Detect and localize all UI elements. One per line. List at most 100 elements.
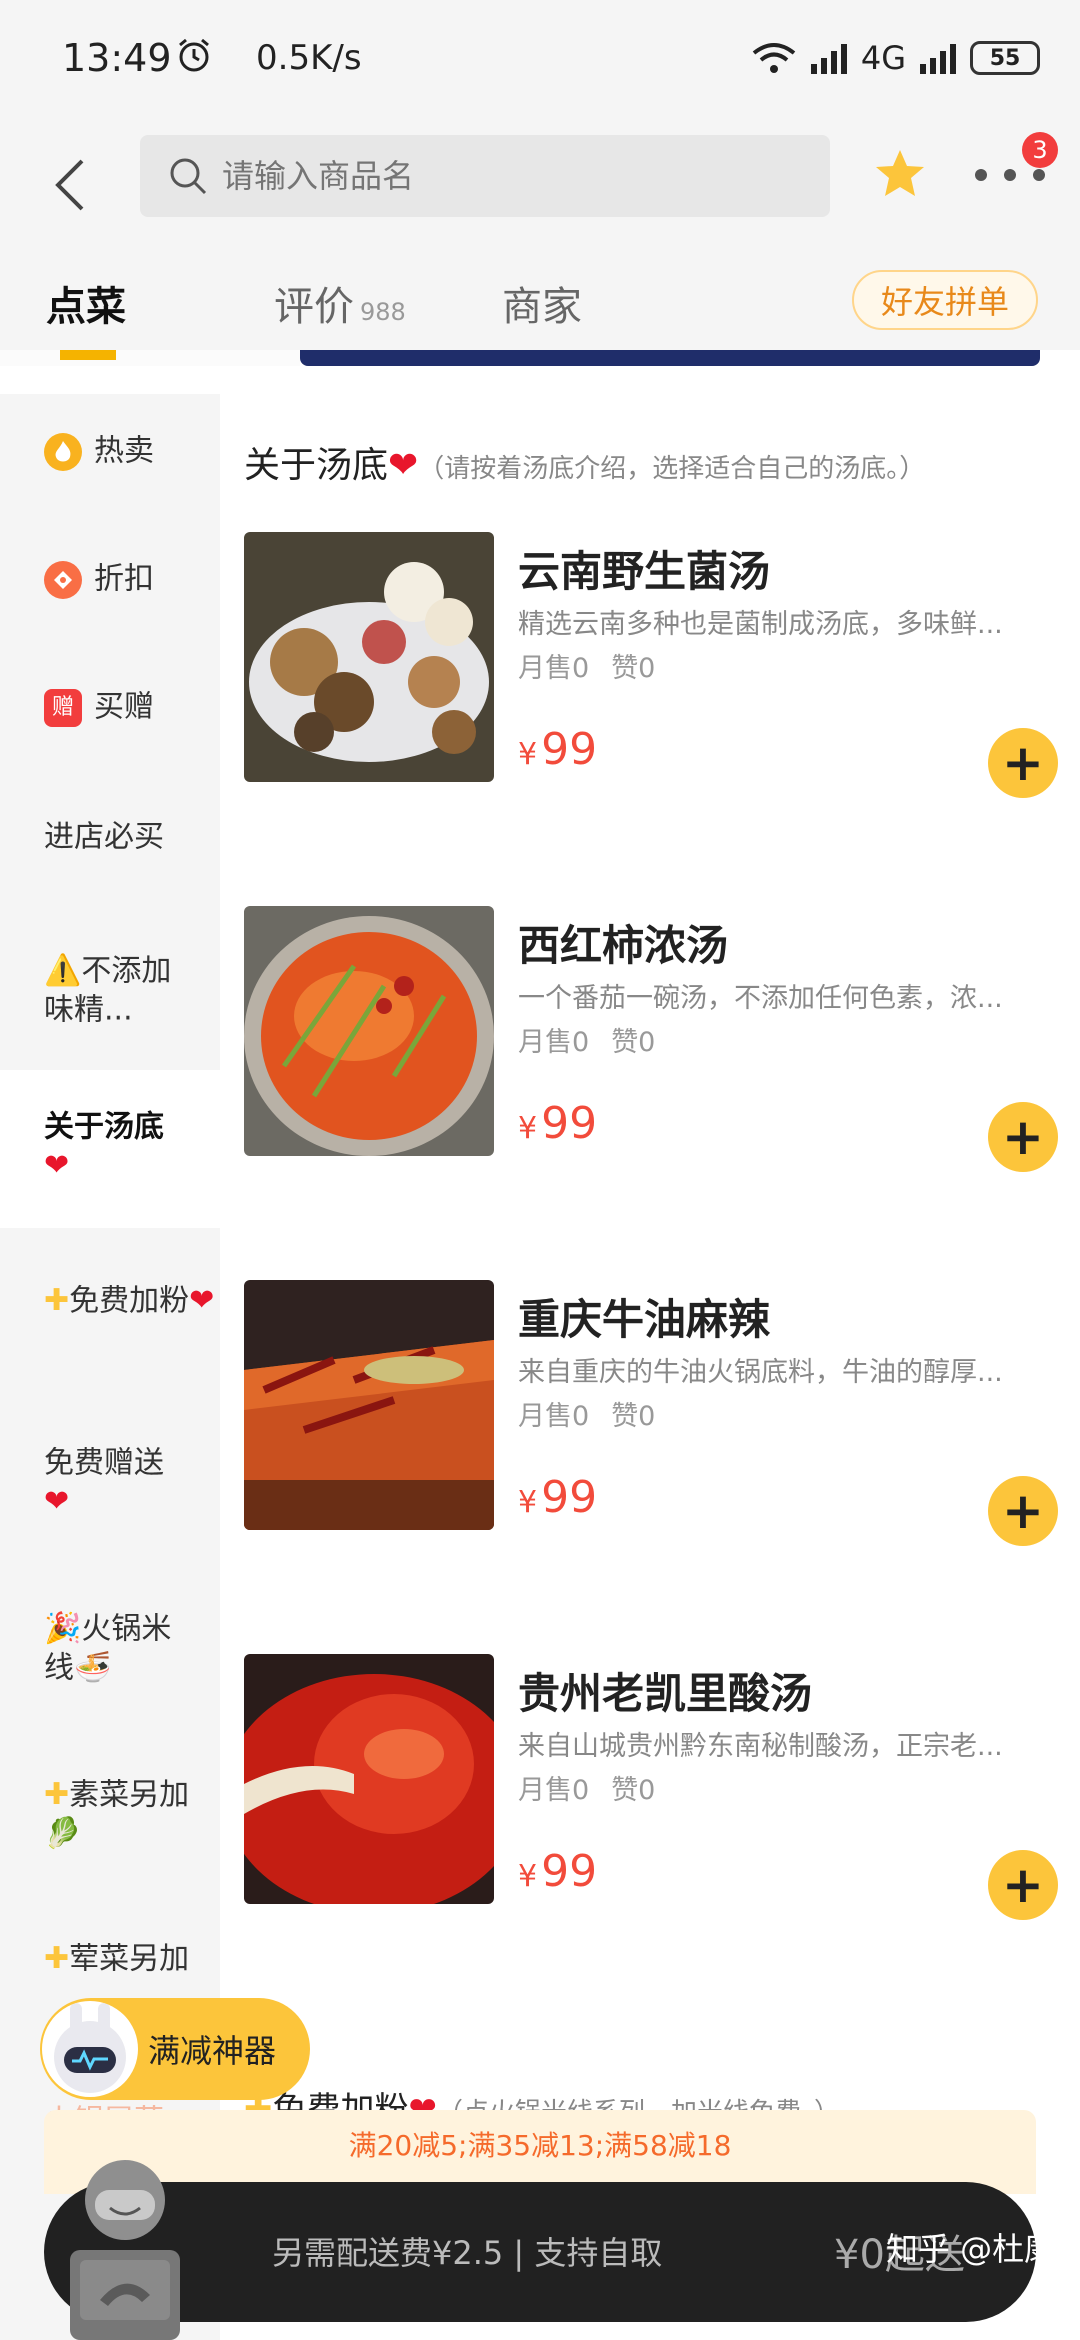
- promo-banner[interactable]: [0, 350, 1080, 366]
- monthly-sales: 月售0: [518, 1401, 590, 1432]
- more-dot-icon: [1004, 169, 1016, 181]
- battery-icon: 55: [970, 41, 1040, 75]
- currency-symbol: ¥: [518, 1485, 538, 1520]
- currency-symbol: ¥: [518, 1111, 538, 1146]
- currency-symbol: ¥: [518, 1859, 538, 1894]
- sidebar-item-label: 素菜另加: [69, 1777, 190, 1813]
- dish-name: 贵州老凯里酸汤: [518, 1669, 813, 1718]
- watermark: 知乎 @杜康: [886, 2230, 1057, 2268]
- wifi-icon: [752, 43, 796, 73]
- plus-icon: ✚: [44, 1283, 70, 1318]
- favorite-star-icon[interactable]: [872, 146, 928, 202]
- network-speed: 0.5K/s: [256, 38, 362, 78]
- monthly-sales: 月售0: [518, 1775, 590, 1806]
- sidebar-item-hot[interactable]: 热卖: [0, 432, 220, 471]
- banner-left: [0, 350, 300, 366]
- monthly-sales: 月售0: [518, 1027, 590, 1058]
- promo-text: 满20减5;满35减13;满58减18: [348, 2129, 732, 2162]
- dish-image-mushroom[interactable]: [244, 532, 494, 782]
- sidebar-item-label: 折扣: [94, 561, 154, 597]
- notification-badge: 3: [1022, 132, 1058, 168]
- gift-badge-icon: 赠: [44, 688, 82, 727]
- search-box[interactable]: [140, 135, 830, 217]
- more-dot-icon: [1033, 169, 1045, 181]
- courier-icon[interactable]: [50, 2140, 200, 2340]
- tab-bar: 点菜 评价 988 商家 好友拼单: [0, 260, 1080, 360]
- sidebar-item-free-noodle[interactable]: ✚免费加粉❤: [0, 1282, 220, 1321]
- sidebar-item-discount[interactable]: 折扣: [0, 560, 220, 599]
- dish-image-sour-soup[interactable]: [244, 1654, 494, 1904]
- sidebar-item-no-msg[interactable]: ⚠️不添加味精...: [0, 952, 190, 1029]
- sidebar-item-label: 免费赠送: [44, 1445, 164, 1481]
- price-value: 99: [541, 1472, 598, 1523]
- tab-merchant[interactable]: 商家: [502, 274, 582, 332]
- heart-icon: ❤: [44, 1147, 70, 1183]
- search-input[interactable]: [222, 157, 782, 195]
- likes-count: 赞0: [611, 653, 656, 684]
- dish-stats: 月售0 赞0: [518, 1020, 655, 1059]
- plus-icon: +: [1002, 734, 1044, 792]
- tab-merchant-label: 商家: [502, 284, 582, 330]
- sidebar-item-label: 免费加粉: [69, 1283, 190, 1319]
- warning-icon: ⚠️: [44, 953, 82, 988]
- sidebar-item-soup-base[interactable]: 关于汤底 ❤: [0, 1070, 220, 1228]
- sidebar-item-veg-extra[interactable]: ✚素菜另加🥬: [0, 1776, 190, 1853]
- plus-icon: +: [1002, 1856, 1044, 1914]
- tab-order-label: 点菜: [46, 284, 126, 330]
- sidebar-item-label: 关于汤底: [44, 1109, 164, 1145]
- tab-order[interactable]: 点菜: [46, 274, 126, 332]
- sidebar-item-hotpot-noodle[interactable]: 🎉火锅米线🍜: [0, 1610, 190, 1687]
- discount-helper-button[interactable]: 满减神器: [40, 1998, 310, 2100]
- price-value: 99: [541, 724, 598, 775]
- back-button[interactable]: [40, 150, 100, 220]
- tag-icon: [44, 560, 82, 599]
- leaf-icon: 🥬: [44, 1815, 82, 1851]
- price-value: 99: [541, 1846, 598, 1897]
- sidebar-item-label: 买赠: [94, 689, 154, 725]
- heart-icon: ❤: [388, 445, 419, 486]
- fire-icon: [44, 432, 82, 471]
- banner-right: [300, 350, 1040, 366]
- dish-price: ¥99: [518, 724, 597, 775]
- sidebar-item-must-buy[interactable]: 进店必买: [0, 818, 220, 857]
- menu-content: 关于汤底❤（请按着汤底介绍，选择适合自己的汤底。） 云南野生菌汤 精选云南多种也…: [220, 394, 1080, 2340]
- dish-name: 西红柿浓汤: [518, 921, 729, 970]
- dish-card[interactable]: 重庆牛油麻辣 来自重庆的牛油火锅底料，牛油的醇厚... 月售0 赞0 ¥99 +: [244, 1280, 1064, 1546]
- more-dot-icon: [975, 169, 987, 181]
- bowl-icon: 🍜: [74, 1649, 112, 1685]
- sidebar-item-label: 荤菜另加: [69, 1941, 190, 1977]
- dish-card[interactable]: 西红柿浓汤 一个番茄一碗汤，不添加任何色素，浓... 月售0 赞0 ¥99 +: [244, 906, 1064, 1172]
- dish-image-tomato[interactable]: [244, 906, 494, 1156]
- section-title: 关于汤底: [244, 445, 389, 486]
- status-bar: 13:49 0.5K/s 4G 55: [0, 0, 1080, 120]
- group-order-button[interactable]: 好友拼单: [852, 270, 1038, 330]
- dish-stats: 月售0 赞0: [518, 646, 655, 685]
- add-to-cart-button[interactable]: +: [988, 1850, 1058, 1920]
- sidebar-item-free-gift[interactable]: 免费赠送 ❤: [0, 1444, 190, 1521]
- add-to-cart-button[interactable]: +: [988, 1476, 1058, 1546]
- likes-count: 赞0: [611, 1027, 656, 1058]
- dish-card[interactable]: 贵州老凯里酸汤 来自山城贵州黔东南秘制酸汤，正宗老... 月售0 赞0 ¥99 +: [244, 1654, 1064, 1920]
- sidebar-item-meat-extra[interactable]: ✚荤菜另加: [0, 1940, 220, 1979]
- dish-description: 来自重庆的牛油火锅底料，牛油的醇厚...: [518, 1357, 1003, 1388]
- sidebar-item-label: 热卖: [94, 433, 154, 469]
- sidebar-item-gift[interactable]: 赠买赠: [0, 688, 220, 727]
- dish-name: 云南野生菌汤: [518, 547, 771, 596]
- dish-name: 重庆牛油麻辣: [518, 1295, 771, 1344]
- heart-icon: ❤: [44, 1483, 70, 1519]
- plus-icon: +: [1002, 1482, 1044, 1540]
- plus-icon: ✚: [44, 1941, 70, 1976]
- search-icon: [170, 158, 207, 195]
- price-value: 99: [541, 1098, 598, 1149]
- status-indicators: 4G 55: [751, 38, 1040, 78]
- currency-symbol: ¥: [518, 737, 538, 772]
- dish-card[interactable]: 云南野生菌汤 精选云南多种也是菌制成汤底，多味鲜... 月售0 赞0 ¥99 +: [244, 532, 1064, 798]
- dish-price: ¥99: [518, 1846, 597, 1897]
- dish-image-beef-tallow[interactable]: [244, 1280, 494, 1530]
- add-to-cart-button[interactable]: +: [988, 728, 1058, 798]
- add-to-cart-button[interactable]: +: [988, 1102, 1058, 1172]
- likes-count: 赞0: [611, 1775, 656, 1806]
- tab-reviews[interactable]: 评价 988: [274, 274, 406, 332]
- dish-price: ¥99: [518, 1472, 597, 1523]
- party-icon: 🎉: [44, 1611, 82, 1646]
